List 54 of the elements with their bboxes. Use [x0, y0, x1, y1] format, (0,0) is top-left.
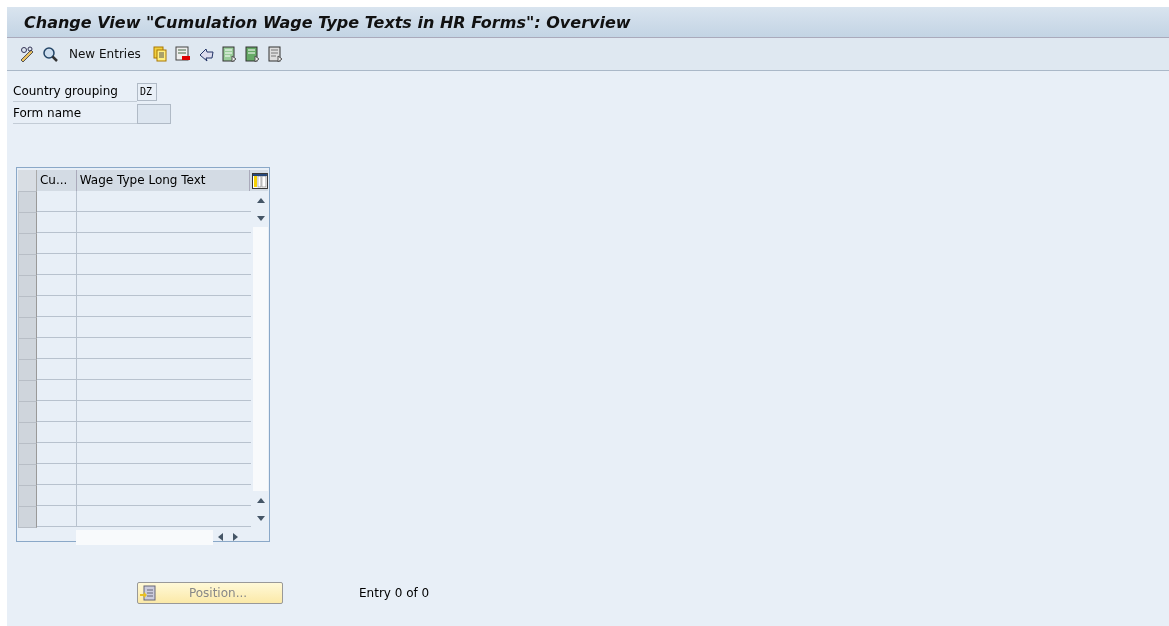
row-selector[interactable]: [18, 359, 37, 381]
table-cell[interactable]: [37, 401, 77, 422]
magnifier-icon[interactable]: [42, 46, 58, 62]
table-cell[interactable]: [37, 233, 77, 254]
input-field[interactable]: [137, 103, 171, 124]
table-cell[interactable]: [37, 191, 77, 212]
table-cell[interactable]: [37, 254, 77, 275]
column-header[interactable]: Wage Type Long Text: [76, 170, 251, 191]
horizontal-scrollbar[interactable]: [76, 529, 213, 545]
row-selector[interactable]: [18, 317, 37, 339]
row-selector[interactable]: [18, 464, 37, 486]
table-cell[interactable]: [37, 443, 77, 464]
row-selector[interactable]: [18, 422, 37, 444]
scroll-up-icon[interactable]: [256, 197, 265, 203]
table-cell[interactable]: [37, 464, 77, 485]
table-cell[interactable]: [37, 422, 77, 443]
undo-arrow-icon[interactable]: [197, 46, 214, 62]
row-selector[interactable]: [18, 443, 37, 465]
row-selector[interactable]: [18, 212, 37, 234]
row-selector[interactable]: [18, 338, 37, 360]
new-entries-button[interactable]: New Entries: [65, 47, 145, 61]
row-selector[interactable]: [18, 233, 37, 255]
row-selector[interactable]: [18, 401, 37, 423]
scroll-up-icon[interactable]: [256, 497, 265, 503]
column-settings-icon[interactable]: [252, 172, 268, 189]
row-selector[interactable]: [18, 506, 37, 528]
table-cell[interactable]: [37, 317, 77, 338]
row-selector[interactable]: [18, 380, 37, 402]
select-all-button[interactable]: [18, 170, 37, 191]
entry-count: Entry 0 of 0: [359, 586, 430, 600]
scroll-left-icon[interactable]: [218, 533, 223, 541]
row-selector[interactable]: [18, 191, 37, 213]
table-cell[interactable]: [37, 380, 77, 401]
row-selector[interactable]: [18, 254, 37, 276]
table-cell[interactable]: [37, 506, 77, 527]
input-field[interactable]: DZ: [137, 82, 157, 101]
pencil-glasses-icon[interactable]: [19, 46, 35, 62]
row-selector[interactable]: [18, 275, 37, 297]
delete-row-icon[interactable]: [174, 46, 191, 62]
scroll-right-icon[interactable]: [233, 533, 238, 541]
table-cell[interactable]: [37, 212, 77, 233]
row-selector[interactable]: [18, 485, 37, 507]
copy-icon[interactable]: [151, 46, 168, 62]
table-cell[interactable]: [37, 359, 77, 380]
table-cell[interactable]: [37, 275, 77, 296]
column-header[interactable]: Cu...: [36, 170, 77, 191]
table-cell[interactable]: [37, 485, 77, 506]
table-cell[interactable]: [37, 338, 77, 359]
row-selector[interactable]: [18, 296, 37, 318]
scroll-down-icon[interactable]: [256, 515, 265, 521]
window-title: Change View "Cumulation Wage Type Texts in HR Forms": Overview: [24, 12, 631, 32]
table-cell[interactable]: [37, 296, 77, 317]
vertical-scrollbar[interactable]: [253, 191, 268, 527]
scroll-down-icon[interactable]: [256, 215, 265, 221]
